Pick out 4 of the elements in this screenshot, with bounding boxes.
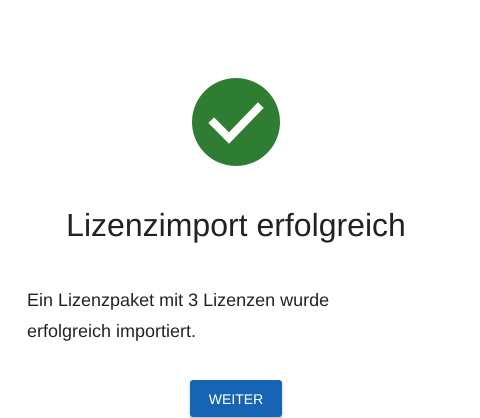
continue-button[interactable]: WEITER bbox=[190, 380, 282, 417]
success-check-icon bbox=[192, 78, 280, 166]
dialog-title: Lizenzimport erfolgreich bbox=[66, 206, 406, 245]
message-text: Ein Lizenzpaket mit 3 Lizenzen wurde erfolgreich importiert. bbox=[27, 289, 330, 343]
